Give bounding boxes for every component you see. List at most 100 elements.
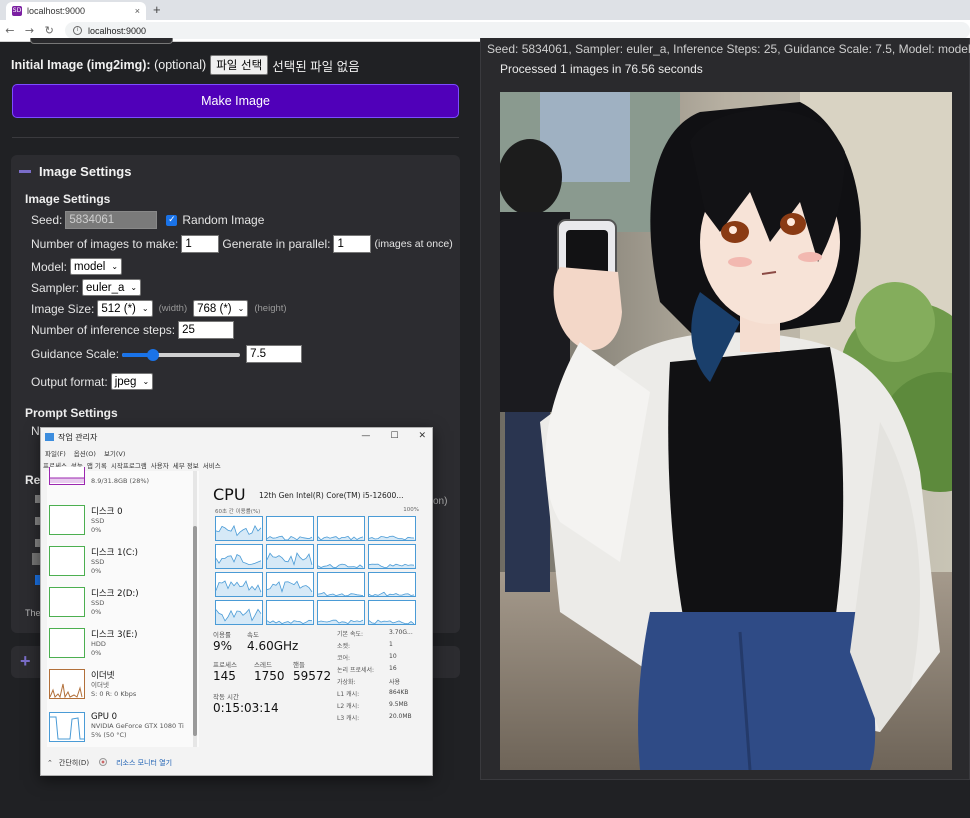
resource-disk-2[interactable]: 디스크 2(D:) SSD 0% bbox=[49, 587, 139, 617]
make-image-button[interactable]: Make Image bbox=[12, 84, 459, 118]
cpu-core-graph bbox=[215, 516, 263, 541]
spec-value: 9.5MB bbox=[389, 701, 408, 708]
cpu-core-graph bbox=[215, 544, 263, 569]
resource-disk-3[interactable]: 디스크 3(E:) HDD 0% bbox=[49, 628, 137, 658]
collapse-chevron-icon[interactable]: ⌃ bbox=[47, 759, 53, 767]
memory-thumb bbox=[49, 467, 85, 485]
resource-disk-0[interactable]: 디스크 0 SSD 0% bbox=[49, 505, 123, 535]
steps-input[interactable]: 25 bbox=[178, 321, 235, 339]
height-value: 768 (*) bbox=[197, 302, 232, 315]
cpu-core-graph bbox=[317, 544, 365, 569]
num-images-input[interactable]: 1 bbox=[181, 235, 220, 253]
resource-type: SSD bbox=[91, 517, 105, 525]
cpu-core-graph bbox=[368, 600, 416, 625]
task-manager-window[interactable]: 작업 관리자 — ☐ ✕ 파일(F) 옵션(O) 보기(V) 프로세스 성능 앱… bbox=[40, 427, 433, 776]
back-icon[interactable]: ← bbox=[0, 24, 20, 37]
tab-services[interactable]: 서비스 bbox=[203, 460, 221, 471]
memory-graph bbox=[50, 477, 84, 483]
generated-image[interactable] bbox=[500, 92, 952, 770]
site-info-icon[interactable]: i bbox=[73, 26, 83, 35]
menu-options[interactable]: 옵션(O) bbox=[74, 448, 96, 458]
panel-header[interactable]: Image Settings bbox=[19, 164, 131, 179]
minimize-icon[interactable]: — bbox=[361, 431, 370, 441]
speed-label: 속도 bbox=[247, 631, 259, 639]
guidance-input[interactable]: 7.5 bbox=[246, 345, 303, 363]
seed-input[interactable]: 5834061 bbox=[65, 211, 158, 229]
resource-scrollbar[interactable] bbox=[193, 471, 197, 747]
parallel-label: Generate in parallel: bbox=[222, 237, 331, 251]
chevron-down-icon: ⌄ bbox=[142, 377, 150, 386]
tab-title: localhost:9000 bbox=[27, 6, 86, 16]
tab-users[interactable]: 사용자 bbox=[151, 460, 169, 471]
divider bbox=[12, 137, 459, 138]
width-hint: (width) bbox=[158, 303, 188, 314]
model-select[interactable]: model ⌄ bbox=[70, 258, 123, 275]
fewer-details-link[interactable]: 간단히(D) bbox=[59, 758, 89, 768]
address-bar[interactable]: i localhost:9000 bbox=[65, 22, 970, 39]
browser-tab[interactable]: SD localhost:9000 × bbox=[6, 2, 146, 20]
close-tab-icon[interactable]: × bbox=[135, 6, 140, 16]
cpu-core-graph bbox=[368, 544, 416, 569]
spec-row: 소켓: 1 bbox=[337, 641, 429, 650]
resource-memory[interactable]: 8.9/31.8GB (28%) bbox=[49, 467, 149, 486]
menu-view[interactable]: 보기(V) bbox=[104, 448, 125, 458]
resource-value: 0% bbox=[91, 608, 102, 616]
width-select[interactable]: 512 (*) ⌄ bbox=[97, 300, 153, 317]
processes-label: 프로세스 bbox=[213, 661, 237, 669]
image-settings-heading: Image Settings bbox=[25, 192, 111, 206]
expand-plus-icon[interactable]: + bbox=[20, 651, 31, 672]
cpu-core-graph bbox=[215, 600, 263, 625]
prompt-settings-heading: Prompt Settings bbox=[25, 406, 118, 420]
forward-icon[interactable]: → bbox=[20, 24, 40, 37]
resource-type: NVIDIA GeForce GTX 1080 Ti bbox=[91, 722, 184, 730]
resource-type: HDD bbox=[91, 640, 106, 648]
choose-file-button[interactable]: 파일 선택 bbox=[210, 55, 269, 75]
cpu-core-graph bbox=[266, 572, 314, 597]
tab-details[interactable]: 세부 정보 bbox=[173, 460, 199, 471]
resource-disk-1[interactable]: 디스크 1(C:) SSD 0% bbox=[49, 546, 138, 576]
resource-ethernet[interactable]: 이더넷 이더넷 S: 0 R: 0 Kbps bbox=[49, 669, 136, 699]
spec-value: 1 bbox=[389, 641, 393, 648]
resource-monitor-link[interactable]: 리소스 모니터 열기 bbox=[116, 758, 172, 768]
panel-title: Image Settings bbox=[39, 164, 132, 179]
model-value: model bbox=[74, 260, 106, 273]
scrollbar-thumb[interactable] bbox=[193, 526, 197, 736]
slider-thumb[interactable] bbox=[146, 349, 159, 361]
close-icon[interactable]: ✕ bbox=[418, 431, 426, 441]
usage-value: 9% bbox=[213, 639, 233, 653]
resource-name: 디스크 3(E:) bbox=[91, 630, 138, 640]
spec-row: L3 캐시: 20.0MB bbox=[337, 713, 429, 722]
resource-gpu-0[interactable]: GPU 0 NVIDIA GeForce GTX 1080 Ti 5% (50 °C… bbox=[49, 712, 184, 742]
disk-thumb bbox=[49, 628, 85, 658]
cpu-detail: CPU 12th Gen Intel(R) Core(TM) i5-12600.… bbox=[207, 471, 429, 747]
format-value: jpeg bbox=[114, 375, 137, 388]
maximize-icon[interactable]: ☐ bbox=[390, 431, 398, 441]
sampler-select[interactable]: euler_a ⌄ bbox=[82, 279, 142, 296]
chevron-down-icon: ⌄ bbox=[130, 283, 138, 292]
cpu-core-graph bbox=[266, 600, 314, 625]
cpu-core-graph bbox=[368, 516, 416, 541]
reload-icon[interactable]: ↻ bbox=[39, 24, 59, 37]
guidance-slider[interactable] bbox=[122, 348, 241, 361]
generated-artwork bbox=[500, 92, 952, 770]
spec-value: 10 bbox=[389, 653, 397, 660]
menu-file[interactable]: 파일(F) bbox=[45, 448, 66, 458]
threads-label: 스레드 bbox=[254, 661, 272, 669]
spec-value: 3.70G... bbox=[389, 629, 413, 636]
output-format-select[interactable]: jpeg ⌄ bbox=[110, 373, 154, 390]
optional-label: (optional) bbox=[154, 58, 207, 72]
usage-label: 이용률 bbox=[213, 631, 231, 639]
task-manager-titlebar[interactable]: 작업 관리자 — ☐ ✕ bbox=[41, 428, 432, 446]
resource-type: SSD bbox=[91, 599, 105, 607]
collapse-minus-icon[interactable] bbox=[19, 170, 31, 173]
random-image-checkbox[interactable]: ✓ bbox=[166, 214, 178, 226]
spec-value: 20.0MB bbox=[389, 713, 412, 720]
cpu-core-graph bbox=[317, 572, 365, 597]
new-tab-icon[interactable]: + bbox=[153, 2, 161, 17]
seed-label: Seed: bbox=[31, 213, 63, 227]
height-select[interactable]: 768 (*) ⌄ bbox=[193, 300, 249, 317]
cpu-core-graph bbox=[368, 572, 416, 597]
initial-image-label: Initial Image (img2img): bbox=[11, 58, 151, 72]
spec-key: 코어: bbox=[337, 655, 351, 662]
parallel-input[interactable]: 1 bbox=[333, 235, 372, 253]
